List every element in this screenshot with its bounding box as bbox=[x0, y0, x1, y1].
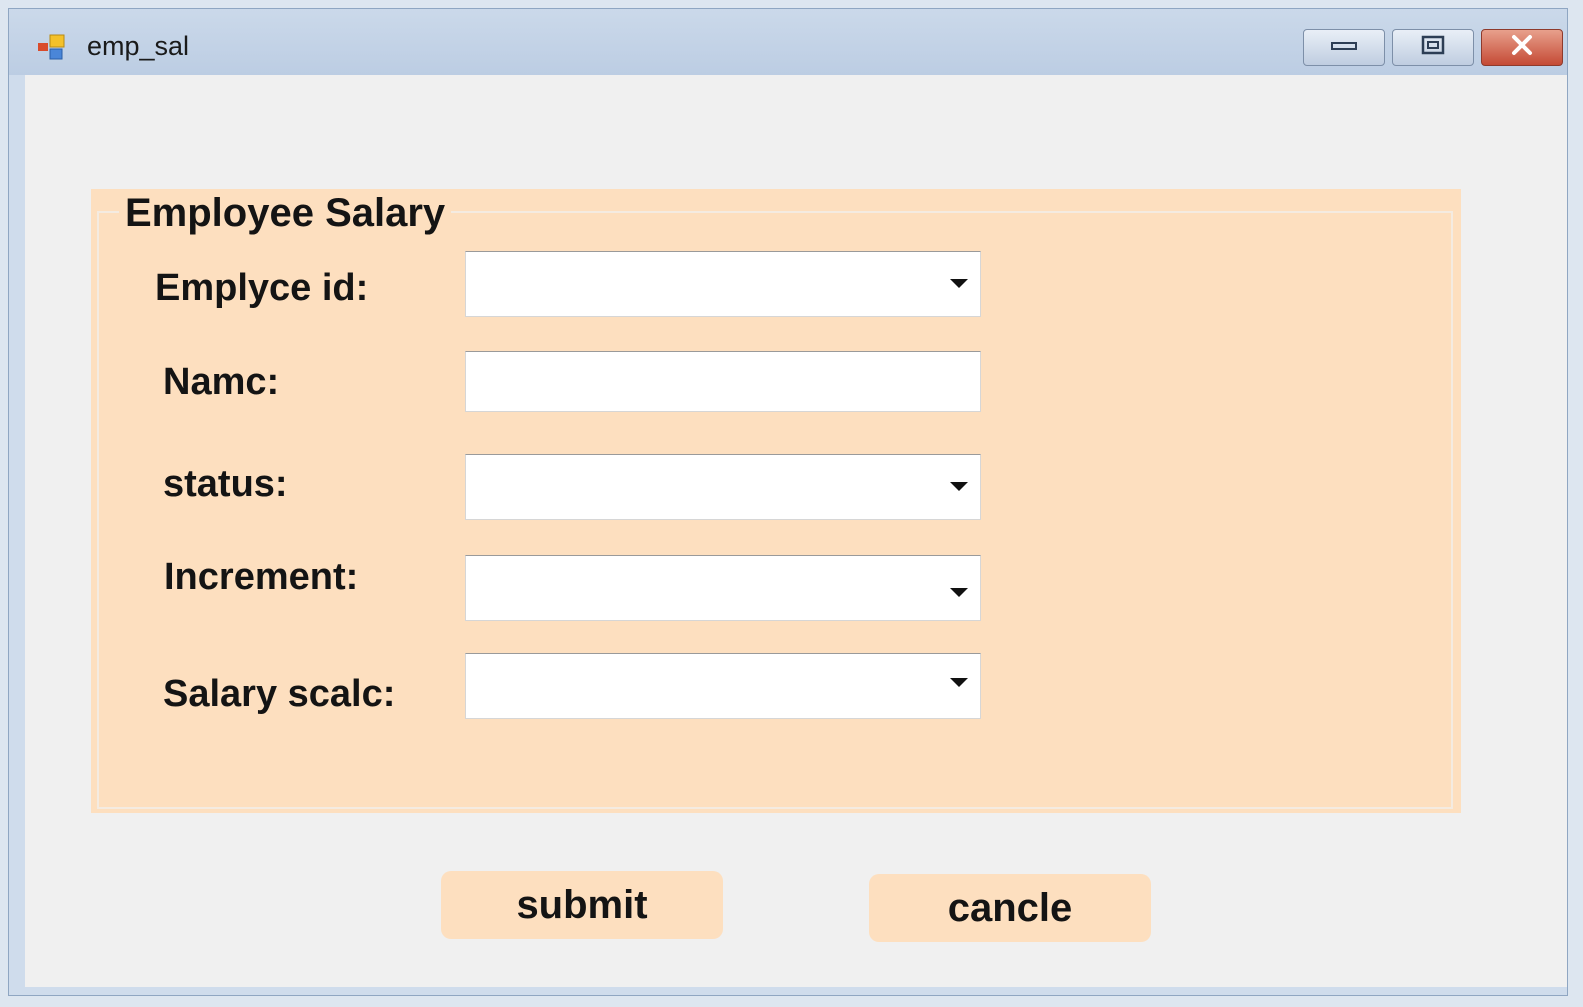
salary-scale-combobox[interactable] bbox=[465, 653, 981, 719]
chevron-down-icon[interactable] bbox=[950, 588, 968, 597]
close-button[interactable] bbox=[1481, 29, 1563, 66]
window: emp_sal Employee Salary Emplyce id: Namc… bbox=[8, 8, 1568, 996]
minimize-icon bbox=[1329, 38, 1359, 57]
title-bar[interactable]: emp_sal bbox=[9, 9, 1567, 75]
maximize-button[interactable] bbox=[1392, 29, 1474, 66]
name-input[interactable] bbox=[465, 351, 981, 412]
employee-id-label: Emplyce id: bbox=[155, 267, 369, 309]
name-label: Namc: bbox=[163, 361, 280, 403]
chevron-down-icon[interactable] bbox=[950, 678, 968, 687]
app-icon bbox=[36, 33, 70, 63]
increment-combobox[interactable] bbox=[465, 555, 981, 621]
status-combobox[interactable] bbox=[465, 454, 981, 520]
minimize-button[interactable] bbox=[1303, 29, 1385, 66]
chevron-down-icon[interactable] bbox=[950, 482, 968, 491]
maximize-icon bbox=[1418, 34, 1448, 61]
chevron-down-icon[interactable] bbox=[950, 279, 968, 288]
groupbox-legend: Employee Salary bbox=[119, 191, 452, 236]
salary-scale-label: Salary scalc: bbox=[163, 673, 396, 715]
submit-button[interactable]: submit bbox=[441, 871, 723, 939]
increment-label: Increment: bbox=[164, 556, 359, 598]
cancel-button[interactable]: cancle bbox=[869, 874, 1151, 942]
status-label: status: bbox=[163, 463, 288, 505]
form-client-area: Employee Salary Emplyce id: Namc: status… bbox=[25, 75, 1567, 987]
employee-id-combobox[interactable] bbox=[465, 251, 981, 317]
employee-salary-groupbox: Employee Salary Emplyce id: Namc: status… bbox=[91, 189, 1461, 813]
window-title: emp_sal bbox=[87, 31, 190, 61]
close-icon bbox=[1507, 34, 1537, 61]
